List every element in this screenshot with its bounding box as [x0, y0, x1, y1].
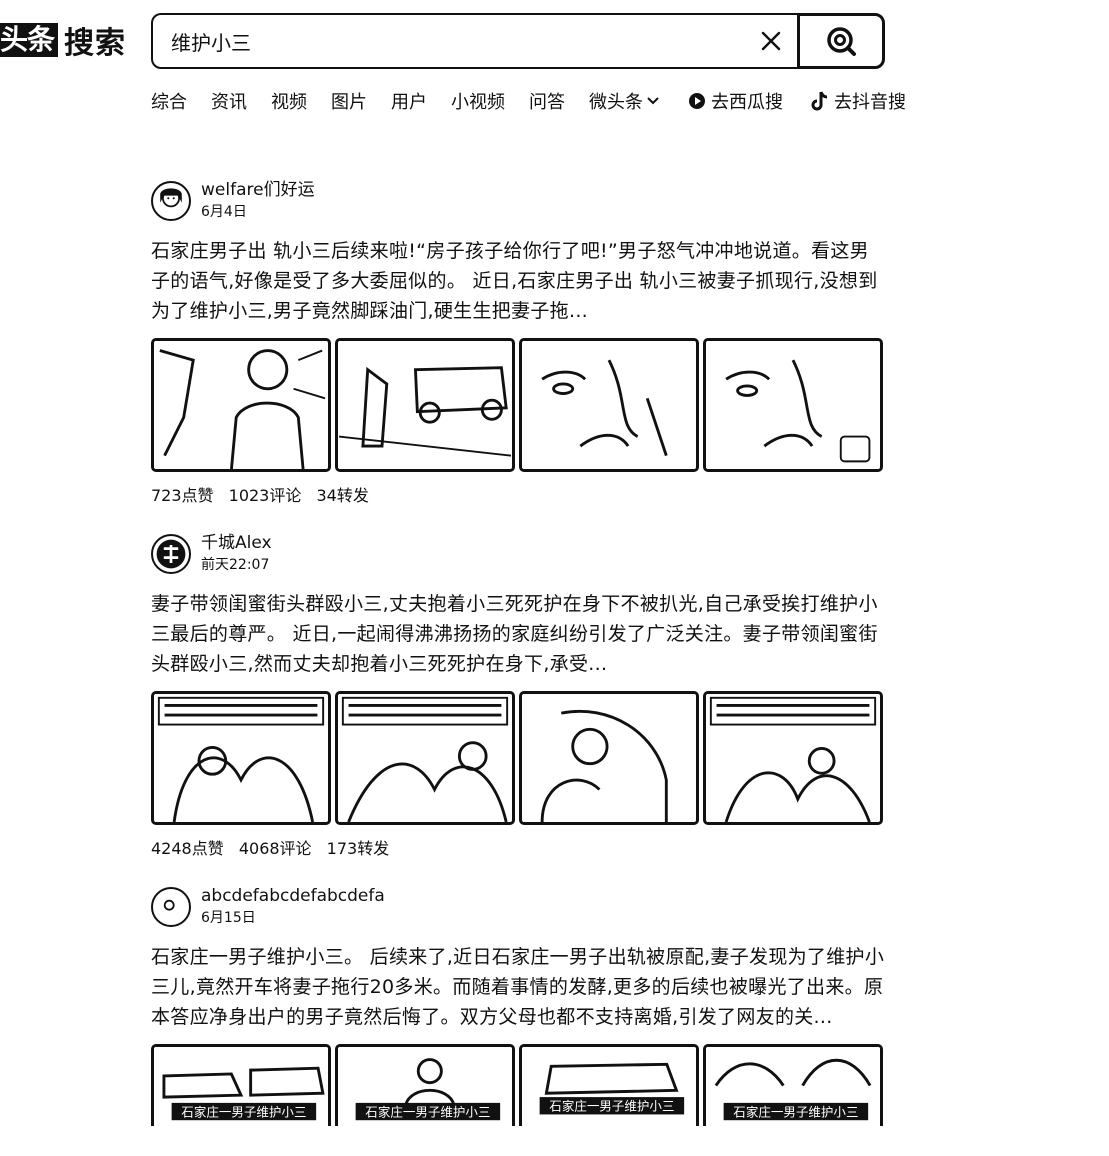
logo[interactable]: 头条 搜索	[0, 22, 126, 61]
thumbnail[interactable]	[335, 338, 515, 472]
crowd-scene-image	[339, 694, 511, 822]
thumbnail[interactable]	[335, 691, 515, 825]
tab-qa[interactable]: 问答	[529, 88, 565, 114]
search-icon	[827, 27, 856, 56]
tab-xigua-search[interactable]: 去西瓜搜	[684, 88, 783, 114]
thumbnail[interactable]	[703, 338, 883, 472]
tab-label: 综合	[151, 92, 187, 113]
tab-images[interactable]: 图片	[331, 88, 367, 114]
logo-mark: 头条	[0, 23, 59, 57]
close-icon[interactable]	[759, 29, 783, 53]
caption: 石家庄一男子维护小三	[365, 1104, 490, 1119]
post-time: 6月15日	[201, 910, 256, 926]
tab-news[interactable]: 资讯	[211, 88, 247, 114]
caption: 石家庄一男子维护小三	[733, 1104, 858, 1119]
result-card[interactable]: welfare们好运 6月4日 石家庄男子出 轨小三后续来啦!“房子孩子给你行了…	[151, 180, 885, 533]
tab-comprehensive[interactable]: 综合	[151, 88, 187, 114]
avatar-image	[163, 899, 175, 911]
thumbnail[interactable]: 石家庄一男子维护小三	[519, 1044, 699, 1126]
author-name[interactable]: abcdefabcdefabcdefa	[201, 886, 385, 906]
tab-label: 去抖音搜	[834, 92, 906, 113]
search-results-page: 头条 搜索 综合 资讯 视频 图片 用户 小视频 问答 微头条	[0, 0, 1109, 1156]
search-bar	[151, 13, 885, 69]
post-summary[interactable]: 妻子带领闺蜜街头群殴小三,丈夫抱着小三死死护在身下不被扒光,自己承受挨打维护小三…	[151, 589, 885, 679]
crowd-scene-image	[155, 694, 327, 822]
tab-video[interactable]: 视频	[271, 88, 307, 114]
result-card[interactable]: 千城Alex 前天22:07 妻子带领闺蜜街头群殴小三,丈夫抱着小三死死护在身下…	[151, 533, 885, 886]
avatar[interactable]	[151, 181, 191, 221]
author-row: 千城Alex 前天22:07	[151, 533, 885, 575]
share-count: 173转发	[326, 839, 390, 858]
result-card[interactable]: abcdefabcdefabcdefa 6月15日 石家庄一男子维护小三。 后续…	[151, 886, 885, 1126]
chevron-down-icon	[647, 97, 659, 105]
avatar[interactable]	[151, 887, 191, 927]
comment-count: 4068评论	[238, 839, 312, 858]
author-row: welfare们好运 6月4日	[151, 180, 885, 222]
comment-count: 1023评论	[228, 486, 302, 505]
face-closeup-image	[707, 341, 879, 469]
avatar-image	[156, 539, 186, 569]
tab-short-video[interactable]: 小视频	[451, 88, 505, 114]
like-count: 4248点赞	[151, 839, 224, 858]
crowd-scene-image	[523, 694, 695, 822]
tree-street-image: 石家庄一男子维护小三	[706, 1047, 880, 1126]
post-summary[interactable]: 石家庄男子出 轨小三后续来啦!“房子孩子给你行了吧!”男子怒气冲冲地说道。看这男…	[151, 236, 885, 326]
thumbnail[interactable]: 石家庄一男子维护小三	[335, 1044, 515, 1126]
thumbnail[interactable]: 石家庄一男子维护小三	[703, 1044, 883, 1126]
douyin-icon	[811, 91, 828, 111]
thumbnail[interactable]	[519, 691, 699, 825]
post-summary[interactable]: 石家庄一男子维护小三。 后续来了,近日石家庄一男子出轨被原配,妻子发现为了维护小…	[151, 942, 885, 1032]
author-name[interactable]: 千城Alex	[201, 533, 272, 553]
search-input[interactable]	[169, 28, 759, 54]
search-field	[151, 13, 797, 69]
share-count: 34转发	[316, 486, 369, 505]
tab-label: 微头条	[589, 92, 643, 113]
thumbnail-row	[151, 691, 885, 825]
caption: 石家庄一男子维护小三	[549, 1099, 674, 1114]
thumbnail[interactable]	[151, 338, 331, 472]
avatar[interactable]	[151, 534, 191, 574]
car-street-image: 石家庄一男子维护小三	[154, 1047, 328, 1126]
post-time: 6月4日	[201, 204, 247, 220]
tab-users[interactable]: 用户	[391, 88, 427, 114]
car-scene-image	[338, 341, 512, 469]
post-stats: 4248点赞 4068评论 173转发	[151, 837, 885, 861]
tab-douyin-search[interactable]: 去抖音搜	[807, 88, 906, 114]
logo-text: 搜索	[64, 26, 127, 61]
like-count: 723点赞	[151, 486, 214, 505]
street-scene-image	[155, 341, 327, 469]
car-street-image: 石家庄一男子维护小三	[522, 1047, 696, 1126]
tab-label: 图片	[331, 92, 367, 113]
avatar-image	[160, 188, 182, 208]
tab-label: 小视频	[451, 92, 505, 113]
thumbnail-row: 石家庄一男子维护小三 石家庄一男子维护小三 石家庄一男子维护小三 石家庄一男子维…	[151, 1044, 885, 1126]
person-image: 石家庄一男子维护小三	[338, 1047, 512, 1126]
author-name[interactable]: welfare们好运	[201, 180, 315, 200]
author-row: abcdefabcdefabcdefa 6月15日	[151, 886, 885, 928]
thumbnail[interactable]	[151, 691, 331, 825]
tab-label: 视频	[271, 92, 307, 113]
search-tabs: 综合 资讯 视频 图片 用户 小视频 问答 微头条 去西瓜搜 去抖音搜	[151, 88, 906, 114]
crowd-scene-image	[707, 694, 879, 822]
xigua-icon	[689, 93, 705, 109]
face-closeup-image	[523, 341, 695, 469]
tab-weitoutiao[interactable]: 微头条	[589, 88, 660, 114]
search-button[interactable]	[797, 13, 885, 69]
thumbnail[interactable]	[703, 691, 883, 825]
post-stats: 723点赞 1023评论 34转发	[151, 484, 885, 508]
tab-label: 去西瓜搜	[711, 92, 783, 113]
tab-label: 问答	[529, 92, 565, 113]
thumbnail-row	[151, 338, 885, 472]
thumbnail[interactable]	[519, 338, 699, 472]
tab-label: 资讯	[211, 92, 247, 113]
caption: 石家庄一男子维护小三	[181, 1104, 306, 1119]
results-feed: welfare们好运 6月4日 石家庄男子出 轨小三后续来啦!“房子孩子给你行了…	[151, 180, 885, 1126]
post-time: 前天22:07	[201, 557, 270, 573]
tab-label: 用户	[391, 92, 427, 113]
thumbnail[interactable]: 石家庄一男子维护小三	[151, 1044, 331, 1126]
